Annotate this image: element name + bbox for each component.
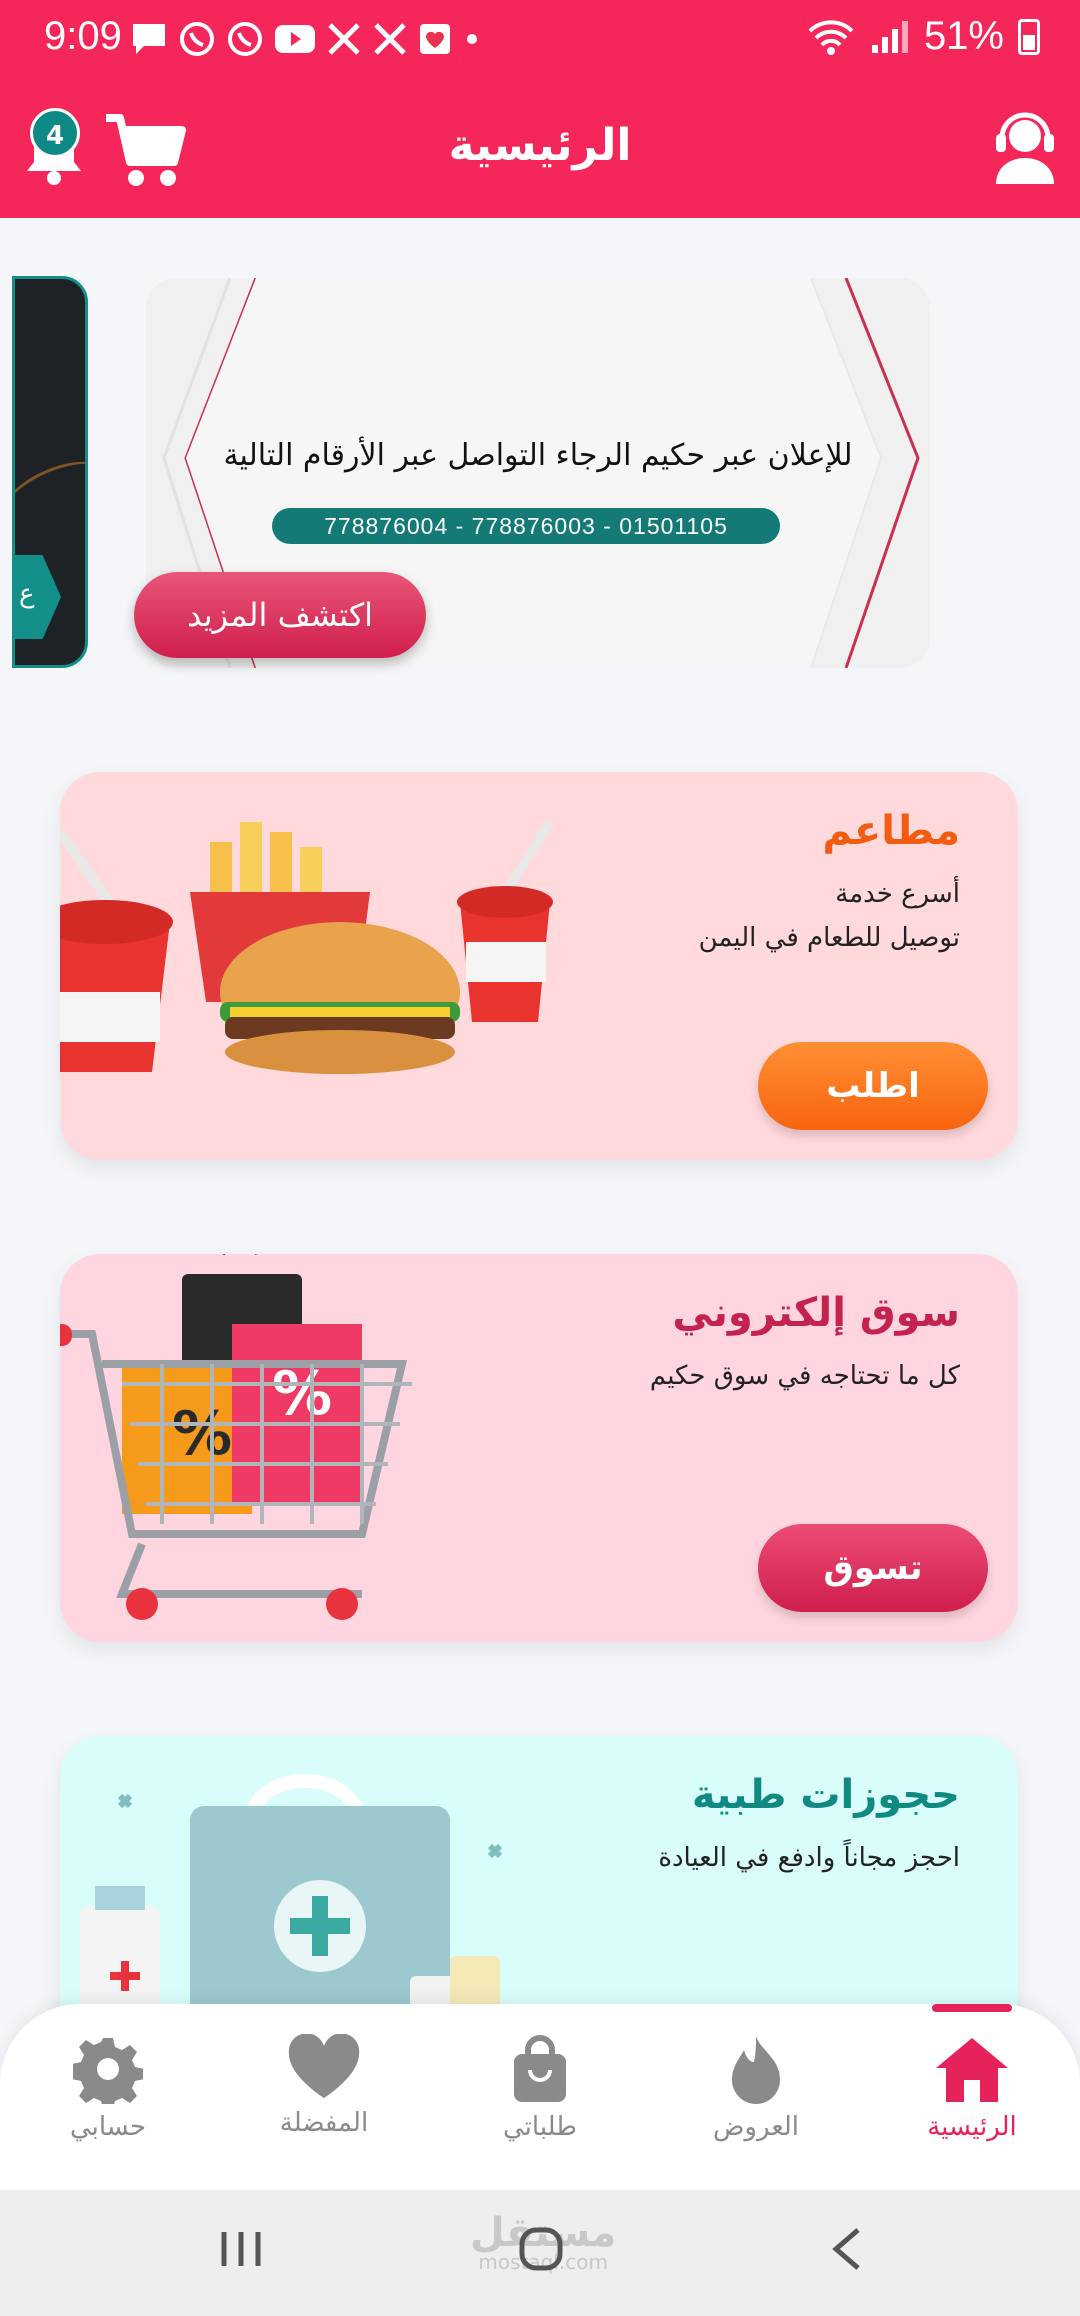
heart-icon <box>288 2034 360 2098</box>
nav-label: المفضلة <box>279 2108 369 2138</box>
back-icon[interactable] <box>828 2226 868 2272</box>
medical-kit-illustration <box>80 1774 503 2036</box>
recent-apps-icon[interactable] <box>218 2226 264 2272</box>
order-button[interactable]: اطلب <box>758 1042 988 1130</box>
nav-item-account[interactable]: حسابي <box>8 2034 208 2142</box>
whatsapp-icon <box>228 22 262 56</box>
status-bar: 9:09 51% <box>0 0 1080 80</box>
e-market-description: كل ما تحتاجه في سوق حكيم <box>649 1361 960 1391</box>
svg-text:%: % <box>272 1359 332 1429</box>
active-tab-indicator <box>932 2004 1012 2012</box>
nav-item-home[interactable]: الرئيسية <box>872 2034 1072 2142</box>
svg-text:%: % <box>172 1399 232 1469</box>
nav-item-favorites[interactable]: المفضلة <box>224 2034 424 2138</box>
nav-label: العروض <box>712 2112 800 2142</box>
wifi-icon <box>808 19 854 55</box>
signal-icon <box>871 20 908 53</box>
flame-icon <box>732 2036 780 2104</box>
banner-phone-numbers: 778876004 - 778876003 - 01501105 <box>272 508 780 544</box>
nav-item-offers[interactable]: العروض <box>656 2034 856 2142</box>
notification-icons <box>130 20 482 58</box>
message-icon <box>133 24 165 54</box>
decorative-light <box>15 446 85 552</box>
app-icon <box>420 24 450 54</box>
nav-item-orders[interactable]: طلباتي <box>440 2034 640 2142</box>
nav-label: حسابي <box>69 2112 147 2142</box>
nav-label: الرئيسية <box>927 2112 1017 2142</box>
restaurants-description: أسرع خدمة توصيل للطعام في اليمن <box>699 872 960 960</box>
medical-bookings-card[interactable]: حجوزات طبية احجز مجاناً وادفع في العيادة <box>60 1736 1018 2036</box>
status-time: 9:09 <box>44 14 122 58</box>
restaurants-card[interactable]: مطاعم أسرع خدمة توصيل للطعام في اليمن اط… <box>60 772 1018 1160</box>
app-bar: 4 الرئيسية <box>0 80 1080 218</box>
restaurants-desc-line: توصيل للطعام في اليمن <box>698 923 960 953</box>
battery-percent: 51% <box>923 14 1004 58</box>
explore-more-button[interactable]: اكتشف المزيد <box>134 572 426 658</box>
dot-icon <box>467 34 477 44</box>
bottom-navigation: حسابي المفضلة طلباتي العروض الرئيسية <box>0 2004 1080 2190</box>
home-icon <box>936 2038 1008 2102</box>
youtube-icon <box>275 25 315 53</box>
gear-icon <box>73 2038 143 2104</box>
x-icon <box>328 23 360 55</box>
medical-description: احجز مجاناً وادفع في العيادة <box>658 1843 960 1873</box>
e-market-title: سوق إلكتروني <box>672 1290 960 1336</box>
fast-food-illustration <box>60 819 554 1074</box>
restaurants-desc-line: أسرع خدمة <box>835 879 960 909</box>
page-title: الرئيسية <box>448 120 632 171</box>
battery-icon <box>1018 18 1040 55</box>
x-icon <box>374 23 406 55</box>
home-key-icon[interactable] <box>518 2226 564 2272</box>
shopping-cart-illustration: % % <box>60 1254 412 1620</box>
banner-text: للإعلان عبر حكيم الرجاء التواصل عبر الأر… <box>223 438 853 473</box>
restaurants-title: مطاعم <box>822 808 960 854</box>
e-market-card[interactable]: % % سوق إلكتروني كل ما تحتاجه في سوق حكي… <box>60 1254 1018 1642</box>
status-right: 51% <box>806 14 1040 59</box>
whatsapp-icon <box>180 22 214 56</box>
side-card-text: ع <box>19 579 35 609</box>
medical-title: حجوزات طبية <box>691 1772 960 1818</box>
system-navigation-bar: مستقل mostaql.com <box>0 2190 1080 2316</box>
support-agent-icon[interactable] <box>992 110 1058 186</box>
shop-button[interactable]: تسوق <box>758 1524 988 1612</box>
shopping-bag-icon <box>514 2035 566 2102</box>
carousel-previous-card[interactable]: ع <box>12 276 88 668</box>
nav-label: طلباتي <box>503 2112 577 2142</box>
